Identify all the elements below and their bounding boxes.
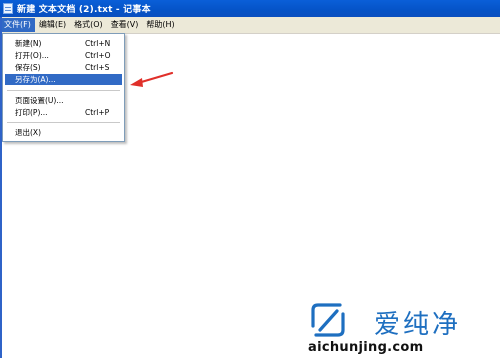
- menu-help[interactable]: 帮助(H): [142, 18, 178, 32]
- menu-bar: 文件(F) 编辑(E) 格式(O) 查看(V) 帮助(H): [0, 17, 500, 34]
- menu-item-save-as-label: 另存为(A)...: [15, 75, 56, 84]
- menu-item-open-shortcut: Ctrl+O: [85, 51, 111, 60]
- file-menu-dropdown: 新建(N) Ctrl+N 打开(O)... Ctrl+O 保存(S) Ctrl+…: [2, 33, 125, 142]
- menu-item-open[interactable]: 打开(O)... Ctrl+O: [5, 50, 122, 61]
- watermark: 爱纯净 aichunjing.com: [296, 300, 500, 358]
- menu-item-save-as[interactable]: 另存为(A)...: [5, 74, 122, 85]
- menu-format[interactable]: 格式(O): [70, 18, 107, 32]
- menu-item-page-setup-label: 页面设置(U)...: [15, 96, 64, 105]
- menu-item-save-label: 保存(S): [15, 63, 41, 72]
- menu-edit[interactable]: 编辑(E): [35, 18, 70, 32]
- menu-item-open-label: 打开(O)...: [15, 51, 49, 60]
- brand-name: 爱纯净: [374, 310, 462, 340]
- menu-item-new-shortcut: Ctrl+N: [85, 39, 111, 48]
- menu-item-print-label: 打印(P)...: [15, 108, 48, 117]
- menu-item-new[interactable]: 新建(N) Ctrl+N: [5, 38, 122, 49]
- menu-item-exit-label: 退出(X): [15, 128, 41, 137]
- menu-item-page-setup[interactable]: 页面设置(U)...: [5, 95, 122, 106]
- window-title: 新建 文本文档 (2).txt - 记事本: [17, 5, 151, 15]
- red-arrow-annotation: [130, 71, 174, 87]
- menu-item-print[interactable]: 打印(P)... Ctrl+P: [5, 107, 122, 118]
- notepad-icon: [3, 3, 13, 14]
- menu-view[interactable]: 查看(V): [107, 18, 143, 32]
- menu-separator: [7, 122, 120, 123]
- menu-item-print-shortcut: Ctrl+P: [85, 108, 110, 117]
- menu-item-save-shortcut: Ctrl+S: [85, 63, 110, 72]
- menu-item-new-label: 新建(N): [15, 39, 42, 48]
- title-bar: 新建 文本文档 (2).txt - 记事本: [0, 0, 500, 17]
- brand-logo-icon: [311, 303, 345, 337]
- menu-separator: [7, 90, 120, 91]
- menu-item-save[interactable]: 保存(S) Ctrl+S: [5, 62, 122, 73]
- brand-url: aichunjing.com: [308, 340, 424, 355]
- menu-item-exit[interactable]: 退出(X): [5, 127, 122, 138]
- menu-file[interactable]: 文件(F): [0, 18, 35, 32]
